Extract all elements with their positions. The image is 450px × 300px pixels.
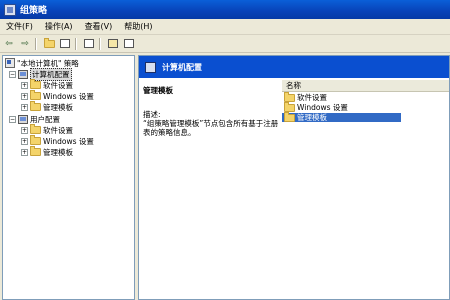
properties-icon[interactable]: [106, 37, 120, 50]
tree-item-windows-settings[interactable]: + Windows 设置: [21, 90, 94, 101]
computer-icon: [18, 69, 28, 79]
folder-icon: [30, 146, 41, 156]
menu-action[interactable]: 操作(A): [39, 21, 79, 32]
policy-icon: [5, 58, 15, 68]
tree-item-label: 管理模板: [43, 147, 73, 157]
toolbar-separator: [75, 37, 77, 50]
title-bar: 组策略: [0, 0, 450, 19]
export-list-icon[interactable]: [82, 37, 96, 50]
tree-node-computer-config[interactable]: − 计算机配置: [9, 67, 72, 81]
folder-icon: [284, 101, 295, 112]
folder-icon: [30, 124, 41, 134]
folder-icon: [30, 101, 41, 111]
menu-help[interactable]: 帮助(H): [118, 21, 158, 32]
tree-item-admin-templates[interactable]: + 管理模板: [21, 146, 73, 157]
tree-root[interactable]: "本地计算机" 策略: [5, 58, 79, 68]
expand-icon[interactable]: +: [21, 148, 28, 156]
list-item-selected[interactable]: 管理模板: [282, 111, 401, 122]
expand-icon[interactable]: +: [21, 103, 28, 111]
collapse-icon[interactable]: −: [9, 70, 16, 78]
collapse-icon[interactable]: −: [9, 115, 16, 123]
tree-item-label: 软件设置: [43, 125, 73, 135]
menu-bar: 文件(F) 操作(A) 查看(V) 帮助(H): [0, 19, 450, 35]
column-header-name[interactable]: 名称: [282, 80, 449, 92]
tree-node-label: 用户配置: [30, 114, 60, 124]
user-icon: [18, 114, 28, 124]
window-title: 组策略: [20, 6, 48, 16]
description-title: 管理模板: [143, 86, 173, 95]
description-panel: 管理模板 描述: “组策略管理模板”节点包含所有基于注册表的策略信息。: [139, 78, 281, 299]
help-icon[interactable]: [122, 37, 136, 50]
tree-item-label: Windows 设置: [43, 91, 94, 101]
tree-item-windows-settings[interactable]: + Windows 设置: [21, 135, 94, 146]
expand-icon[interactable]: +: [21, 81, 28, 89]
back-arrow-icon[interactable]: ⇦: [2, 37, 16, 50]
forward-arrow-icon[interactable]: ⇨: [18, 37, 32, 50]
description-body: “组策略管理模板”节点包含所有基于注册表的策略信息。: [143, 119, 279, 137]
menu-file[interactable]: 文件(F): [0, 21, 39, 32]
console-tree: "本地计算机" 策略 − 计算机配置 + 软件设置 + Windows 设置 +…: [2, 55, 135, 300]
toolbar-separator: [99, 37, 101, 50]
computer-config-icon: [145, 61, 156, 73]
folder-icon: [284, 91, 295, 102]
folder-icon: [284, 111, 295, 122]
details-pane: 计算机配置 管理模板 描述: “组策略管理模板”节点包含所有基于注册表的策略信息…: [138, 55, 450, 300]
tree-item-admin-templates[interactable]: + 管理模板: [21, 101, 73, 112]
folder-icon: [30, 79, 41, 89]
details-header-title: 计算机配置: [162, 62, 202, 72]
menu-view[interactable]: 查看(V): [79, 21, 119, 32]
tree-item-software-settings[interactable]: + 软件设置: [21, 79, 73, 90]
folder-icon: [30, 90, 41, 100]
up-folder-icon[interactable]: [42, 37, 56, 50]
tree-item-label: 管理模板: [43, 102, 73, 112]
list-item[interactable]: Windows 设置: [282, 101, 348, 112]
tree-item-software-settings[interactable]: + 软件设置: [21, 124, 73, 135]
details-header: 计算机配置: [139, 56, 449, 78]
show-hide-tree-icon[interactable]: [58, 37, 72, 50]
expand-icon[interactable]: +: [21, 92, 28, 100]
expand-icon[interactable]: +: [21, 137, 28, 145]
column-header-label: 名称: [286, 81, 301, 90]
group-policy-app-icon: [4, 3, 16, 16]
expand-icon[interactable]: +: [21, 126, 28, 134]
tree-item-label: Windows 设置: [43, 136, 94, 146]
tree-item-label: 软件设置: [43, 80, 73, 90]
folder-icon: [30, 135, 41, 145]
toolbar-separator: [35, 37, 37, 50]
item-list: 名称 软件设置 Windows 设置 管理模板: [282, 78, 449, 299]
toolbar: ⇦ ⇨: [0, 35, 450, 53]
tree-node-user-config[interactable]: − 用户配置: [9, 114, 60, 124]
list-item-label: 管理模板: [297, 113, 327, 122]
